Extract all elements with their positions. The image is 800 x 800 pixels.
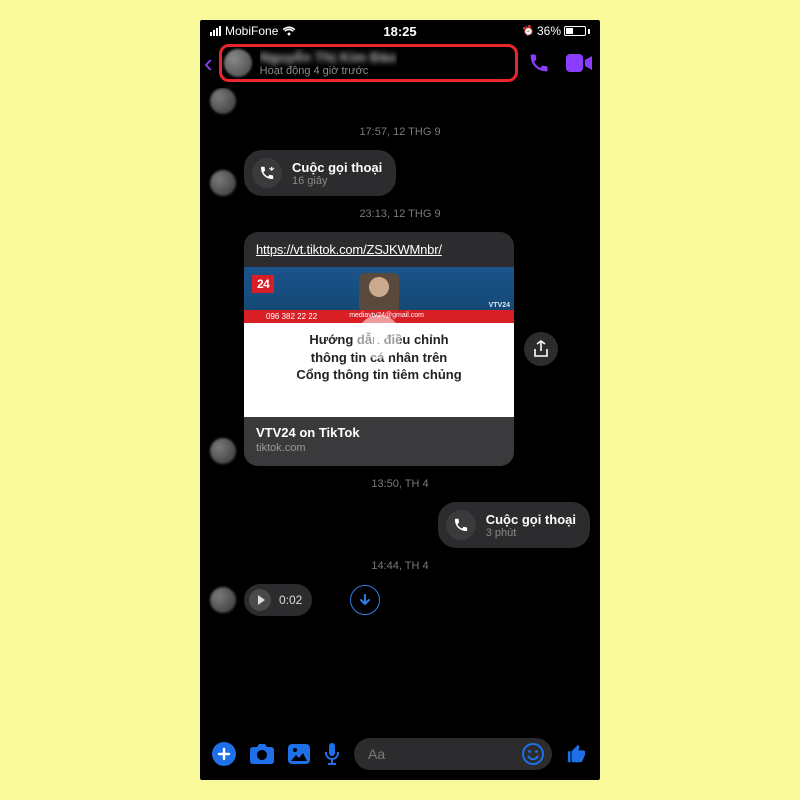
link-thumbnail[interactable]: 24 VTV24 096 382 22 22 mediavtv24@gmail.… — [244, 267, 514, 417]
message-row: 0:02 — [210, 584, 590, 616]
composer-bar: Aa — [200, 730, 600, 780]
download-button[interactable] — [350, 585, 380, 615]
status-right: ⏰ 36% — [523, 24, 590, 38]
back-button[interactable]: ‹ — [204, 50, 215, 76]
phone-callback-icon — [446, 510, 476, 540]
link-domain: tiktok.com — [256, 442, 502, 454]
timestamp-separator: 13:50, TH 4 — [210, 472, 590, 496]
avatar — [210, 170, 236, 196]
audio-call-button[interactable] — [528, 52, 550, 74]
avatar — [210, 438, 236, 464]
emoji-button[interactable] — [522, 743, 544, 765]
message-input[interactable]: Aa — [354, 738, 552, 770]
microphone-button[interactable] — [324, 743, 340, 765]
timestamp-separator: 14:44, TH 4 — [210, 554, 590, 578]
voice-message[interactable]: 0:02 — [244, 584, 312, 616]
play-icon — [357, 315, 401, 359]
call-title: Cuộc gọi thoại — [486, 512, 576, 527]
like-button[interactable] — [566, 743, 588, 765]
avatar — [210, 587, 236, 613]
timestamp-separator: 23:13, 12 THG 9 — [210, 202, 590, 226]
clock: 18:25 — [383, 24, 416, 39]
watermark: VTV24 — [489, 302, 510, 309]
avatar — [210, 88, 236, 114]
avatar — [224, 49, 252, 77]
status-bar: MobiFone 18:25 ⏰ 36% — [200, 20, 600, 40]
contact-header-highlight[interactable]: Nguyễn Thị Kim Đào Hoạt động 4 giờ trước — [219, 44, 518, 82]
strip-phone: 096 382 22 22 — [266, 312, 317, 321]
contact-name: Nguyễn Thị Kim Đào — [260, 49, 397, 65]
play-icon[interactable] — [249, 589, 271, 611]
message-row: Cuộc gọi thoại 3 phút — [210, 502, 590, 548]
call-duration: 3 phút — [486, 527, 576, 539]
battery-icon — [564, 26, 590, 36]
phone-callback-icon — [252, 158, 282, 188]
call-title: Cuộc gọi thoại — [292, 160, 382, 175]
phone-frame: MobiFone 18:25 ⏰ 36% ‹ Nguyễn Thị Kim Đà… — [200, 20, 600, 780]
voice-duration: 0:02 — [279, 593, 302, 607]
link-preview-card[interactable]: https://vt.tiktok.com/ZSJKWMnbr/ 24 VTV2… — [244, 232, 514, 466]
link-url[interactable]: https://vt.tiktok.com/ZSJKWMnbr/ — [244, 232, 514, 267]
wifi-icon — [282, 26, 296, 36]
gallery-button[interactable] — [288, 744, 310, 764]
input-placeholder: Aa — [368, 746, 385, 762]
call-card-incoming[interactable]: Cuộc gọi thoại 16 giây — [244, 150, 396, 196]
battery-percent: 36% — [537, 24, 561, 38]
chat-scroll[interactable]: 17:57, 12 THG 9 Cuộc gọi thoại 16 giây 2… — [200, 88, 600, 730]
call-card-outgoing[interactable]: Cuộc gọi thoại 3 phút — [438, 502, 590, 548]
channel-badge: 24 — [252, 275, 274, 293]
camera-button[interactable] — [250, 744, 274, 764]
call-duration: 16 giây — [292, 175, 382, 187]
timestamp-separator: 17:57, 12 THG 9 — [210, 120, 590, 144]
video-call-button[interactable] — [566, 54, 592, 72]
activity-status: Hoạt động 4 giờ trước — [260, 65, 397, 77]
share-button[interactable] — [524, 332, 558, 366]
add-button[interactable] — [212, 742, 236, 766]
headline-line: Cổng thông tin tiêm chủng — [254, 366, 504, 384]
alarm-icon: ⏰ — [521, 24, 535, 38]
link-title: VTV24 on TikTok — [256, 425, 502, 440]
message-row: https://vt.tiktok.com/ZSJKWMnbr/ 24 VTV2… — [210, 232, 590, 466]
chat-header: ‹ Nguyễn Thị Kim Đào Hoạt động 4 giờ trư… — [200, 40, 600, 88]
status-left: MobiFone — [210, 24, 296, 38]
signal-icon — [210, 26, 221, 36]
message-row: Cuộc gọi thoại 16 giây — [210, 150, 590, 196]
carrier-label: MobiFone — [225, 24, 278, 38]
